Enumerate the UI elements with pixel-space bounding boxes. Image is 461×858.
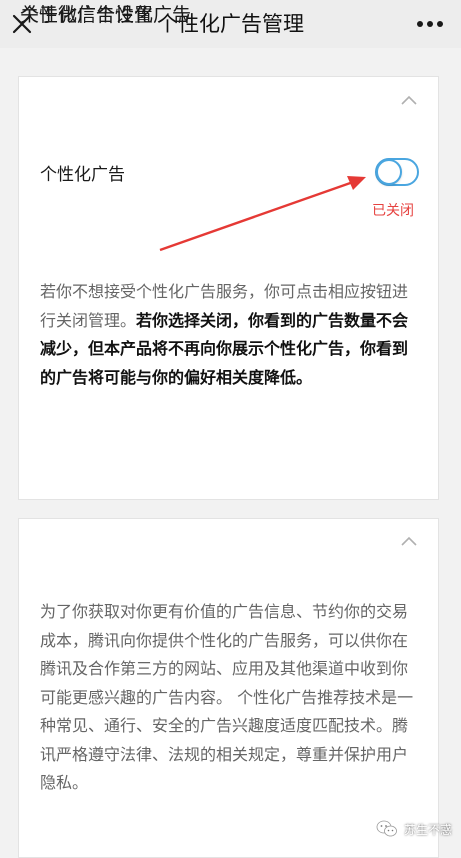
chevron-up-icon[interactable] [400,535,418,547]
watermark: 苏生不惑 [376,820,452,838]
settings-description: 若你不想接受个性化广告服务，你可点击相应按钮进行关闭管理。若你选择关闭，你看到的… [40,278,422,392]
watermark-text: 苏生不惑 [404,822,453,837]
about-description: 为了你获取对你更有价值的广告信息、节约你的交易成本，腾讯向你提供个性化的广告服务… [40,602,414,792]
about-section-title: 关于微信个性化广告 [20,4,192,26]
wechat-icon [376,820,397,837]
